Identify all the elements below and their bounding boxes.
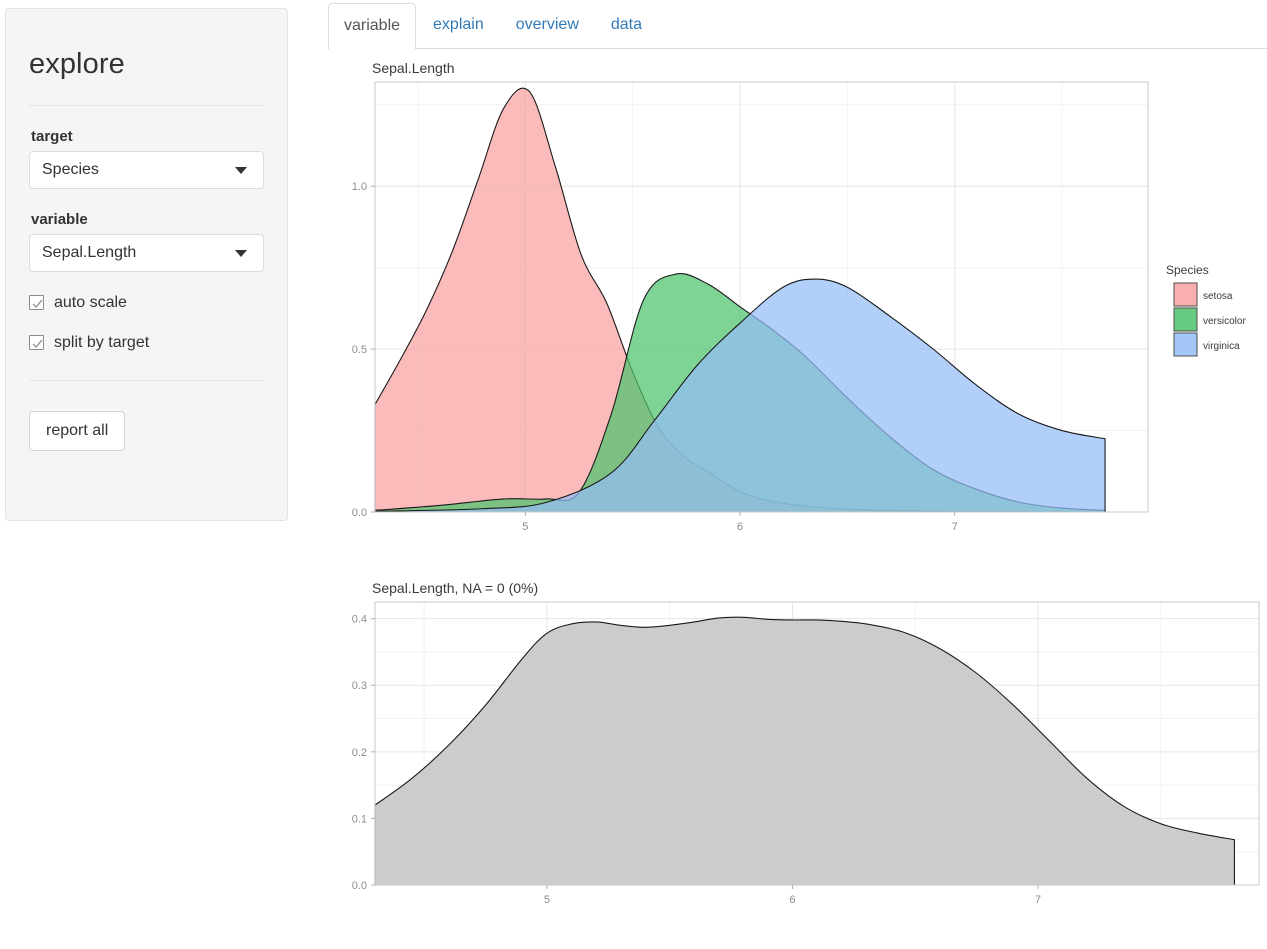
legend-item: versicolor [1173,307,1246,332]
density-chart-by-species: Sepal.Length 0.0 0.5 1.0 5 6 7 Species setosa ver… [328,52,1267,562]
split-by-target-label: split by target [54,333,150,351]
divider-top [29,104,264,106]
legend-item: setosa [1173,282,1233,307]
y-axis-tick-label: 0.3 [352,680,367,692]
split-by-target-checkbox-row[interactable]: split by target [29,334,264,352]
tab-explain[interactable]: explain [418,3,499,48]
plot-title: Sepal.Length, NA = 0 (0%) [372,580,538,596]
x-axis-tick-label: 7 [1035,894,1041,906]
divider-bottom [29,379,264,381]
tab-bar: variable explain overview data [328,3,1267,51]
x-axis-tick-label: 7 [952,521,958,533]
target-label: target [31,127,73,145]
tab-overview[interactable]: overview [501,3,594,48]
y-axis-tick-label: 0.5 [352,344,367,356]
legend-item: virginica [1173,332,1240,357]
checkbox-checked-icon[interactable] [29,335,44,351]
y-axis-tick-label: 0.0 [352,507,367,519]
y-axis-tick-label: 1.0 [352,181,367,193]
auto-scale-checkbox-row[interactable]: auto scale [29,294,264,312]
legend-item-label: versicolor [1203,316,1246,327]
legend-item-label: virginica [1203,341,1240,352]
variable-label: variable [31,210,88,228]
y-axis-tick-label: 0.1 [352,813,367,825]
target-select-value: Species [42,160,99,178]
sidebar-panel: explore target Species variable Sepal.Le… [5,8,288,521]
legend-item-label: setosa [1203,291,1233,302]
x-axis-tick-label: 6 [737,521,743,533]
app-root: explore target Species variable Sepal.Le… [0,0,1267,949]
auto-scale-label: auto scale [54,293,127,311]
legend-title: Species [1166,263,1209,277]
report-all-button[interactable]: report all [29,410,126,451]
variable-select[interactable]: Sepal.Length [29,233,264,272]
x-axis-tick-label: 6 [789,894,795,906]
x-axis-tick-label: 5 [544,894,550,906]
chevron-down-icon [235,249,247,257]
tab-data[interactable]: data [596,3,657,48]
target-select[interactable]: Species [29,150,264,189]
chevron-down-icon [235,166,247,174]
y-axis-tick-label: 0.2 [352,747,367,759]
density-chart-overall: Sepal.Length, NA = 0 (0%) 0.0 0.1 0.2 0.3 0.4… [328,572,1267,949]
page-title: explore [29,48,125,80]
density-chart-by-species-svg: Sepal.Length 0.0 0.5 1.0 5 6 7 Species setosa ver… [352,60,1247,533]
tab-variable[interactable]: variable [328,3,417,51]
plot-title: Sepal.Length [372,60,455,76]
checkbox-checked-icon[interactable] [29,295,44,311]
y-axis-tick-label: 0.0 [352,880,367,892]
y-axis-tick-label: 0.4 [352,614,367,626]
x-axis-tick-label: 5 [522,521,528,533]
variable-select-value: Sepal.Length [42,243,137,261]
density-chart-overall-svg: Sepal.Length, NA = 0 (0%) 0.0 0.1 0.2 0.3 0.4… [352,580,1260,906]
